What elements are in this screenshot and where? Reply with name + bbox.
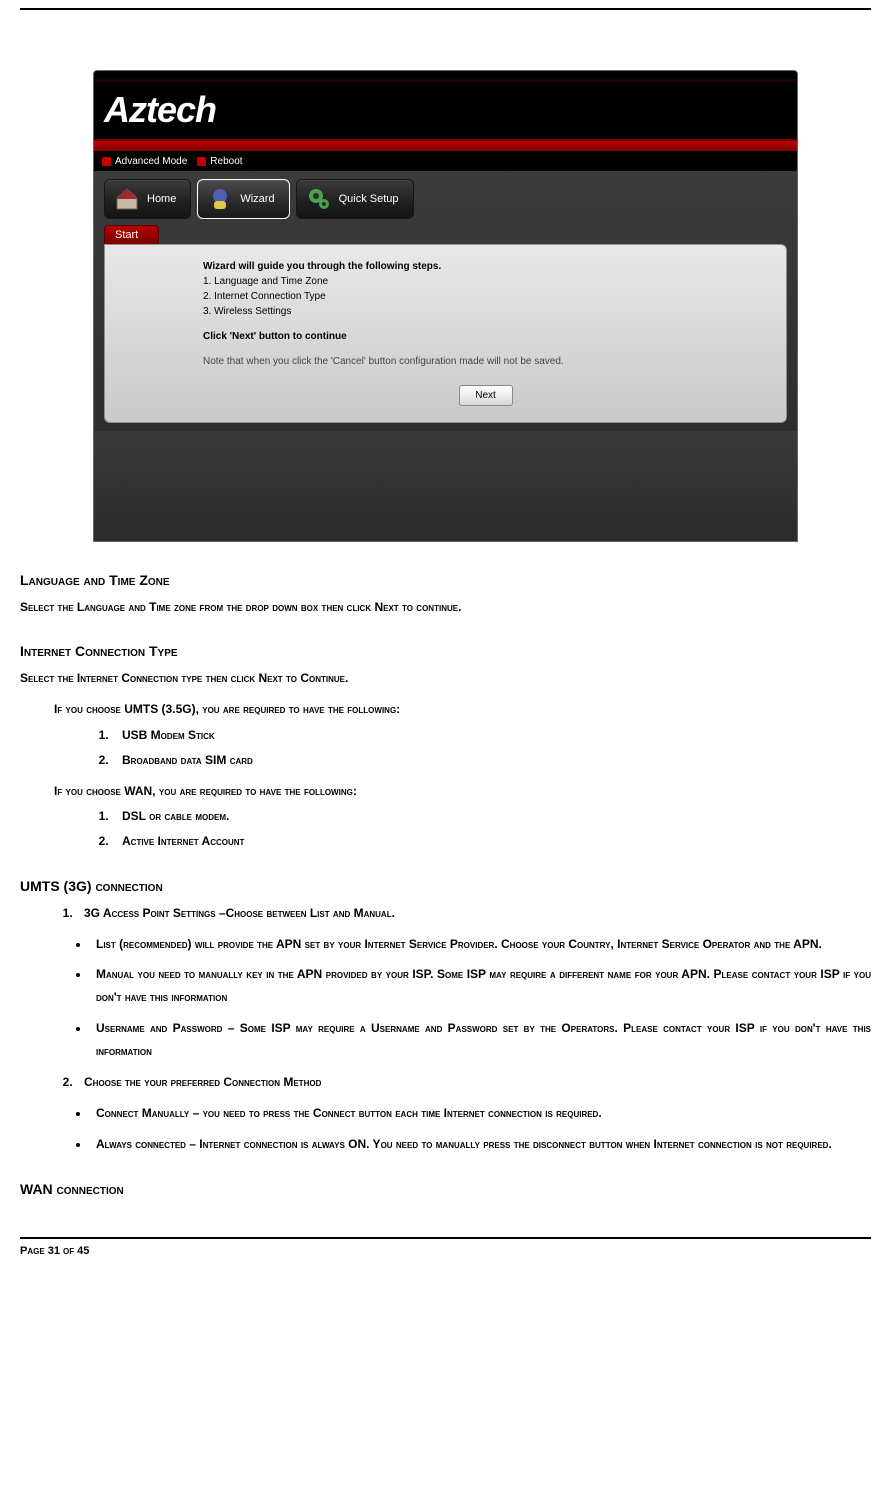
next-button[interactable]: Next — [459, 385, 513, 406]
list-item: Active Internet Account — [112, 832, 871, 851]
list-item: Username and Password – Some ISP may req… — [90, 1017, 871, 1063]
list-item: Broadband data SIM card — [112, 751, 871, 770]
heading-language: Language and Time Zone — [20, 572, 871, 588]
router-footer-fill — [94, 431, 797, 541]
wizard-lead: Wizard will guide you through the follow… — [203, 259, 768, 274]
emph-list: List — [96, 937, 116, 951]
nav-home-label: Home — [147, 193, 176, 205]
heading-umts3g: UMTS (3G) connection — [20, 878, 871, 894]
list-umts3g-2: Choose the your preferred Connection Met… — [76, 1073, 871, 1092]
toolbar-reboot[interactable]: Reboot — [197, 156, 242, 167]
toolbar-reboot-label: Reboot — [210, 156, 242, 167]
top-rule — [20, 8, 871, 10]
list-umts3g: 3G Access Point Settings –Choose between… — [76, 904, 871, 923]
list-item: USB Modem Stick — [112, 726, 871, 745]
nav-home[interactable]: Home — [104, 179, 191, 219]
list-item: Always connected – Internet connection i… — [90, 1133, 871, 1156]
toolbar-advanced[interactable]: Advanced Mode — [102, 156, 187, 167]
bullets-umts3g-1: List (recommended) will provide the APN … — [90, 933, 871, 1063]
square-icon — [197, 157, 206, 166]
list-item: 3G Access Point Settings –Choose between… — [76, 904, 871, 923]
para-wan-req: If you choose WAN, you are required to h… — [54, 782, 871, 801]
list-item: List (recommended) will provide the APN … — [90, 933, 871, 956]
list-wan-req: DSL or cable modem. Active Internet Acco… — [112, 807, 871, 851]
page-number: Page 31 of 45 — [20, 1245, 871, 1265]
para-umts-req: If you choose UMTS (3.5G), you are requi… — [54, 700, 871, 719]
toolbar-advanced-label: Advanced Mode — [115, 156, 187, 167]
square-icon — [102, 157, 111, 166]
router-logo: Aztech — [104, 89, 216, 131]
text-manual-rest: you need to manually key in the APN prov… — [96, 967, 871, 1004]
bottom-rule — [20, 1237, 871, 1245]
nav-quick-setup[interactable]: Quick Setup — [296, 179, 414, 219]
router-tab-strip: Start — [104, 225, 787, 244]
nav-wizard-label: Wizard — [240, 193, 274, 205]
para-language: Select the Language and Time zone from t… — [20, 598, 871, 617]
wizard-step-1: 1. Language and Time Zone — [203, 274, 768, 289]
emph-manual: Manual — [96, 967, 134, 981]
router-nav: Home Wizard Quick Setup — [94, 171, 797, 223]
heading-ict: Internet Connection Type — [20, 643, 871, 659]
nav-quick-label: Quick Setup — [339, 193, 399, 205]
gear-icon — [305, 185, 333, 213]
document-body: Language and Time Zone Select the Langua… — [20, 572, 871, 1197]
wizard-click: Click 'Next' button to continue — [203, 329, 768, 344]
bullets-umts3g-2: Connect Manually – you need to press the… — [90, 1102, 871, 1156]
text-list-rest: (recommended) will provide the APN set b… — [116, 937, 822, 951]
router-window: Aztech Advanced Mode Reboot Home Wizard — [93, 70, 798, 542]
heading-wan: WAN connection — [20, 1181, 871, 1197]
red-strip — [94, 141, 797, 151]
wizard-icon — [206, 185, 234, 213]
home-icon — [113, 185, 141, 213]
nav-wizard[interactable]: Wizard — [197, 179, 289, 219]
wizard-panel: Wizard will guide you through the follow… — [104, 244, 787, 423]
wizard-note: Note that when you click the 'Cancel' bu… — [203, 354, 768, 369]
list-item: DSL or cable modem. — [112, 807, 871, 826]
list-umts-req: USB Modem Stick Broadband data SIM card — [112, 726, 871, 770]
tab-start[interactable]: Start — [104, 225, 159, 244]
para-ict: Select the Internet Connection type then… — [20, 669, 871, 688]
router-toolbar: Advanced Mode Reboot — [94, 151, 797, 171]
wizard-step-2: 2. Internet Connection Type — [203, 289, 768, 304]
list-item: Connect Manually – you need to press the… — [90, 1102, 871, 1125]
list-item: Manual you need to manually key in the A… — [90, 963, 871, 1009]
router-banner: Aztech — [94, 71, 797, 141]
router-screenshot: Aztech Advanced Mode Reboot Home Wizard — [93, 70, 798, 542]
list-item: Choose the your preferred Connection Met… — [76, 1073, 871, 1092]
wizard-step-3: 3. Wireless Settings — [203, 304, 768, 319]
